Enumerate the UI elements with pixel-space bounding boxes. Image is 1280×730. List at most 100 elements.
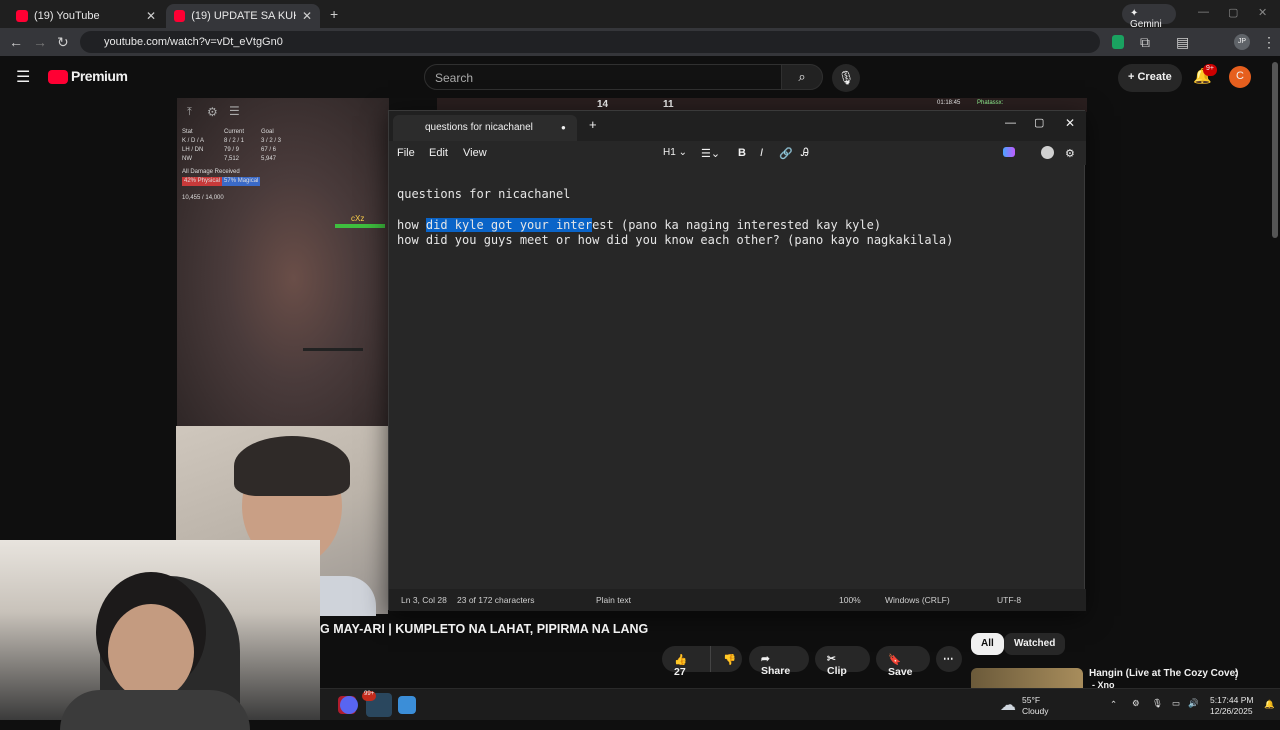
forward-icon[interactable]: → [33,34,47,50]
stat-header: Stat [182,129,193,135]
recommended-title[interactable]: Hangin (Live at The Cozy Cove) [1089,668,1238,679]
reload-icon[interactable]: ↻ [57,34,69,51]
back-icon[interactable]: ← [9,34,23,50]
stat-cell: 79 / 9 [224,147,240,153]
share-button[interactable]: ➦ Share [749,646,809,677]
menu-file[interactable]: File [397,147,415,159]
page-scrollbar[interactable] [1272,62,1278,238]
youtube-favicon-icon [174,10,186,22]
stat-header: Current [224,129,245,135]
network-icon[interactable]: ▭ [1172,698,1180,709]
minimize-icon[interactable]: — [1198,6,1209,18]
text-line: questions for nicachanel [397,186,571,201]
close-tab-icon[interactable]: ✕ [146,9,156,23]
copilot-icon[interactable] [1003,147,1015,157]
menu-view[interactable]: View [463,147,487,159]
youtube-favicon-icon [16,10,28,22]
weather-desc[interactable]: Cloudy [1022,706,1048,716]
list-format-icon[interactable]: ☰⌄ [701,147,720,160]
browser-tab-youtube[interactable]: (19) YouTube ✕ [8,4,164,28]
address-bar[interactable]: youtube.com/watch?v=vDt_eVtgGn0 [80,31,1100,53]
recommended-menu-icon[interactable]: ⋮ [1230,668,1242,682]
magical-damage: 57% Magical [222,177,261,186]
stat-cell: 3 / 2 / 3 [261,138,282,144]
notepad-window[interactable]: questions for nicachanel ● + — ▢ ✕ File … [388,110,1086,611]
sidepanel-icon[interactable]: ▤ [1176,34,1189,51]
link-icon[interactable]: 🔗 [779,147,793,160]
chip-watched[interactable]: Watched [1004,633,1066,655]
voice-search-button[interactable]: 🎙 [832,64,860,92]
extension-shield-icon[interactable] [1112,35,1124,49]
account-icon[interactable] [1041,146,1054,159]
like-count: 27 [674,666,686,678]
damage-label: All Damage Received [182,169,240,175]
share-icon: ➦ [761,653,770,665]
profile-avatar[interactable]: JP [1234,34,1250,50]
notepad-tab[interactable]: questions for nicachanel ● [393,115,577,141]
notepad-close-icon[interactable]: ✕ [1065,116,1075,130]
browser-menu-icon[interactable]: ⋮ [1262,34,1276,51]
windows-taskbar: 99+ ☁ 55°F Cloudy ⌃ ⚙ 🎙 ▭ 🔊 5:17:44 PM 1… [320,688,1280,720]
create-button[interactable]: + Create [1118,64,1182,92]
save-button[interactable]: 🔖 Save [876,646,930,678]
youtube-logo-text[interactable]: Premium [71,68,128,84]
stat-cell: 7,512 [224,156,240,162]
notepad-titlebar: questions for nicachanel ● + — ▢ ✕ [389,111,1086,141]
tray-app-icon[interactable]: ⚙ [1132,698,1140,709]
menu-edit[interactable]: Edit [429,147,448,159]
score-left: 14 [597,99,609,110]
close-tab-icon[interactable]: ✕ [302,9,312,23]
weather-temp[interactable]: 55°F [1022,695,1040,705]
maximize-icon[interactable]: ▢ [1228,6,1238,19]
search-button[interactable]: ⌕ [781,64,823,90]
notepad-new-tab-icon[interactable]: + [589,117,597,132]
italic-icon[interactable]: I [760,147,763,159]
stat-table: Stat Current Goal K / D / A 8 / 2 / 1 3 / … [182,128,281,203]
heading-dropdown[interactable]: H1 ⌄ [663,147,687,158]
new-tab-button[interactable]: + [330,6,338,22]
cloudy-weather-icon[interactable]: ☁ [1000,695,1016,715]
volume-icon[interactable]: 🔊 [1188,698,1199,709]
extensions-icon[interactable]: ⧉ [1140,34,1150,51]
tray-overflow-icon[interactable]: ⌃ [1110,699,1117,710]
settings-gear-icon[interactable]: ⚙ [1065,147,1075,160]
clock-date[interactable]: 12/26/2025 [1210,706,1253,716]
bold-icon[interactable]: B [738,147,746,159]
notepad-editor[interactable]: questions for nicachanel how did kyle go… [397,171,953,249]
text-line-suffix: est (pano ka naging interested kay kyle) [592,217,882,232]
stat-cell: 8 / 2 / 1 [224,138,245,144]
browser-tab-video[interactable]: (19) UPDATE SA KUKUYS NEW ( ✕ [166,4,320,28]
hamburger-menu-icon[interactable]: ☰ [16,67,30,87]
creep-healthbar [303,348,363,351]
gemini-button[interactable]: ✦ Gemini [1122,4,1176,30]
tab-title: (19) UPDATE SA KUKUYS NEW ( [191,10,296,22]
clip-button[interactable]: ✂ Clip [815,646,870,677]
search-input[interactable]: Search [424,64,782,90]
microphone-icon[interactable]: 🎙 [1152,698,1163,709]
recommended-thumbnail[interactable] [971,668,1083,688]
cursor-position: Ln 3, Col 28 [401,595,447,605]
notepad-menubar: File Edit View H1 ⌄ ☰⌄ B I 🔗 Ꭿ ⚙ [389,141,1086,165]
unsaved-dot-icon[interactable]: ● [561,123,566,132]
notepad-taskbar-icon[interactable] [398,696,416,714]
account-avatar[interactable]: C [1229,66,1251,88]
notification-badge: 9+ [1203,64,1217,76]
chip-all[interactable]: All [971,633,1004,655]
clear-formatting-icon[interactable]: Ꭿ [801,147,809,160]
format-mode[interactable]: Plain text [596,595,631,605]
discord-icon[interactable] [340,696,358,714]
dislike-button[interactable]: 👎 [710,646,742,672]
more-actions-button[interactable]: ⋯ [936,646,962,672]
clock-time[interactable]: 5:17:44 PM [1210,695,1253,705]
encoding[interactable]: UTF-8 [997,595,1021,605]
bookmark-icon: 🔖 [888,654,902,666]
notepad-maximize-icon[interactable]: ▢ [1034,116,1044,129]
close-window-icon[interactable]: ✕ [1258,6,1267,19]
zoom-level[interactable]: 100% [839,595,861,605]
notification-center-icon[interactable]: 🔔 [1264,699,1275,710]
youtube-logo-icon[interactable] [48,70,68,84]
player-tag: cXz [351,214,365,223]
like-button[interactable]: 👍 27 [662,646,710,678]
notepad-minimize-icon[interactable]: — [1005,117,1016,129]
line-ending[interactable]: Windows (CRLF) [885,595,950,605]
